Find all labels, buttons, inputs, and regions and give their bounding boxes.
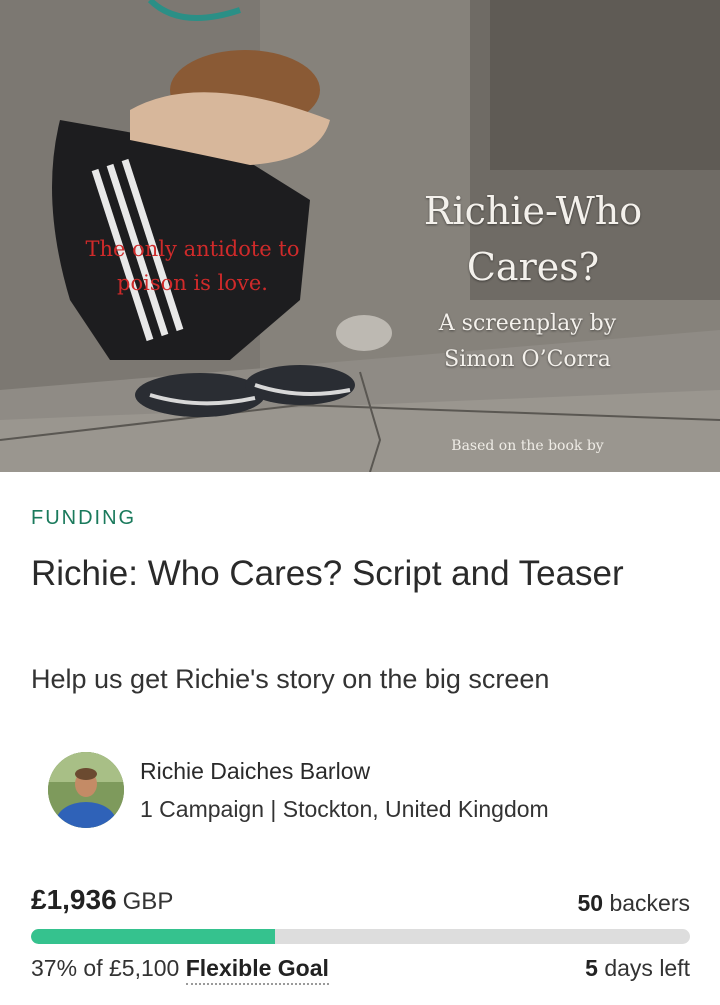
owner-meta: 1 Campaign | Stockton, United Kingdom xyxy=(140,796,549,822)
poster-tagline-line2: poison is love. xyxy=(117,271,268,295)
percent-of-goal: 37% of £5,100 Flexible Goal xyxy=(31,955,329,985)
amount-value: £1,936 xyxy=(31,884,117,915)
funding-summary: £1,936 GBP 50 backers xyxy=(31,884,690,918)
amount-currency: GBP xyxy=(122,888,174,915)
funding-progress-bar xyxy=(31,929,690,944)
poster-title-line1: Richie-Who xyxy=(423,189,643,233)
poster-title: Richie-Who Cares? xyxy=(398,183,668,295)
poster-byline: A screenplay by Simon O’Corra xyxy=(405,306,650,378)
poster-title-line2: Cares? xyxy=(466,245,600,289)
poster-byline-line2: Simon O’Corra xyxy=(444,347,611,372)
funding-progress-fill xyxy=(31,929,275,944)
campaign-title: Richie: Who Cares? Script and Teaser xyxy=(31,554,624,593)
percent-text: 37% of £5,100 xyxy=(31,955,180,981)
funding-stats: 37% of £5,100 Flexible Goal 5 days left xyxy=(31,955,690,989)
backers-count: 50 backers xyxy=(577,890,690,917)
backers-number: 50 xyxy=(577,890,604,916)
poster-byline-line1: A screenplay by xyxy=(438,311,617,336)
campaign-owner[interactable]: Richie Daiches Barlow 1 Campaign | Stock… xyxy=(48,752,688,832)
amount-raised: £1,936 GBP xyxy=(31,884,173,916)
avatar[interactable] xyxy=(48,752,124,828)
poster-tagline-line1: The only antidote to xyxy=(85,237,300,261)
days-left: 5 days left xyxy=(585,955,690,982)
campaign-category[interactable]: FUNDING xyxy=(31,507,136,530)
owner-name[interactable]: Richie Daiches Barlow xyxy=(140,758,370,785)
poster-based-on: Based on the book by xyxy=(451,438,604,454)
campaign-hero-image[interactable]: The only antidote to poison is love. Ric… xyxy=(0,0,720,472)
days-label: days left xyxy=(604,955,690,981)
poster-tagline: The only antidote to poison is love. xyxy=(40,232,345,300)
days-number: 5 xyxy=(585,955,598,981)
owner-photo xyxy=(48,752,124,828)
goal-type-link[interactable]: Flexible Goal xyxy=(185,955,329,985)
campaign-tagline: Help us get Richie's story on the big sc… xyxy=(31,664,550,694)
backers-label: backers xyxy=(609,890,690,916)
